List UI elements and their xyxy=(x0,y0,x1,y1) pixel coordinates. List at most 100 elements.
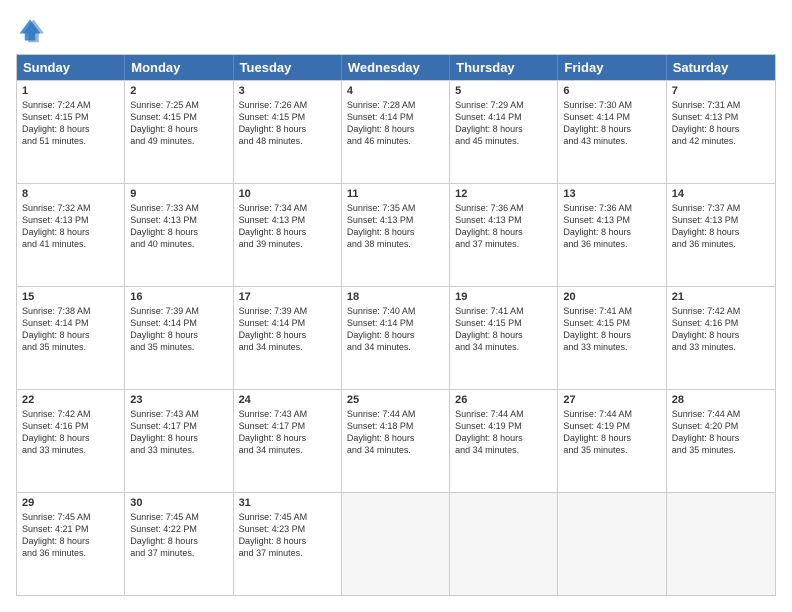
calendar-row-3: 15Sunrise: 7:38 AM Sunset: 4:14 PM Dayli… xyxy=(17,286,775,389)
header-day-sunday: Sunday xyxy=(17,55,125,80)
day-number: 4 xyxy=(347,85,444,97)
day-info: Sunrise: 7:40 AM Sunset: 4:14 PM Dayligh… xyxy=(347,305,444,354)
day-cell-15: 15Sunrise: 7:38 AM Sunset: 4:14 PM Dayli… xyxy=(17,287,125,389)
day-info: Sunrise: 7:33 AM Sunset: 4:13 PM Dayligh… xyxy=(130,202,227,251)
day-number: 26 xyxy=(455,394,552,406)
empty-cell xyxy=(558,493,666,595)
calendar-row-1: 1Sunrise: 7:24 AM Sunset: 4:15 PM Daylig… xyxy=(17,80,775,183)
day-number: 22 xyxy=(22,394,119,406)
day-cell-23: 23 Sunrise: 7:43 AM Sunset: 4:17 PM Dayli… xyxy=(125,390,233,492)
day-info: Sunrise: 7:44 AM Sunset: 4:19 PM Dayligh… xyxy=(563,408,660,457)
day-info: Sunrise: 7:45 AM Sunset: 4:23 PM Dayligh… xyxy=(239,511,336,560)
calendar: SundayMondayTuesdayWednesdayThursdayFrid… xyxy=(16,54,776,596)
day-cell-27: 27 Sunrise: 7:44 AM Sunset: 4:19 PM Dayli… xyxy=(558,390,666,492)
day-cell-16: 16 Sunrise: 7:39 AM Sunset: 4:14 PM Dayli… xyxy=(125,287,233,389)
day-number: 8 xyxy=(22,188,119,200)
day-cell-14: 14 Sunrise: 7:37 AM Sunset: 4:13 PM Dayli… xyxy=(667,184,775,286)
empty-cell xyxy=(342,493,450,595)
day-info: Sunrise: 7:28 AM Sunset: 4:14 PM Dayligh… xyxy=(347,99,444,148)
day-cell-18: 18 Sunrise: 7:40 AM Sunset: 4:14 PM Dayli… xyxy=(342,287,450,389)
day-number: 24 xyxy=(239,394,336,406)
day-info: Sunrise: 7:43 AM Sunset: 4:17 PM Dayligh… xyxy=(130,408,227,457)
day-number: 28 xyxy=(672,394,770,406)
day-info: Sunrise: 7:44 AM Sunset: 4:19 PM Dayligh… xyxy=(455,408,552,457)
day-info: Sunrise: 7:36 AM Sunset: 4:13 PM Dayligh… xyxy=(563,202,660,251)
day-number: 5 xyxy=(455,85,552,97)
day-number: 2 xyxy=(130,85,227,97)
day-number: 23 xyxy=(130,394,227,406)
calendar-row-2: 8 Sunrise: 7:32 AM Sunset: 4:13 PM Daylig… xyxy=(17,183,775,286)
day-number: 14 xyxy=(672,188,770,200)
day-info: Sunrise: 7:25 AM Sunset: 4:15 PM Dayligh… xyxy=(130,99,227,148)
header-day-friday: Friday xyxy=(558,55,666,80)
day-info: Sunrise: 7:26 AM Sunset: 4:15 PM Dayligh… xyxy=(239,99,336,148)
day-number: 18 xyxy=(347,291,444,303)
day-number: 20 xyxy=(563,291,660,303)
day-info: Sunrise: 7:42 AM Sunset: 4:16 PM Dayligh… xyxy=(22,408,119,457)
day-number: 10 xyxy=(239,188,336,200)
logo xyxy=(16,16,48,44)
header-day-saturday: Saturday xyxy=(667,55,775,80)
day-cell-3: 3 Sunrise: 7:26 AM Sunset: 4:15 PM Daylig… xyxy=(234,81,342,183)
day-cell-24: 24 Sunrise: 7:43 AM Sunset: 4:17 PM Dayli… xyxy=(234,390,342,492)
day-cell-2: 2 Sunrise: 7:25 AM Sunset: 4:15 PM Daylig… xyxy=(125,81,233,183)
day-cell-5: 5Sunrise: 7:29 AM Sunset: 4:14 PM Daylig… xyxy=(450,81,558,183)
day-info: Sunrise: 7:45 AM Sunset: 4:22 PM Dayligh… xyxy=(130,511,227,560)
day-number: 9 xyxy=(130,188,227,200)
day-number: 27 xyxy=(563,394,660,406)
day-number: 30 xyxy=(130,497,227,509)
day-number: 6 xyxy=(563,85,660,97)
header-day-thursday: Thursday xyxy=(450,55,558,80)
day-cell-29: 29 Sunrise: 7:45 AM Sunset: 4:21 PM Dayli… xyxy=(17,493,125,595)
day-number: 31 xyxy=(239,497,336,509)
day-info: Sunrise: 7:24 AM Sunset: 4:15 PM Dayligh… xyxy=(22,99,119,148)
day-info: Sunrise: 7:45 AM Sunset: 4:21 PM Dayligh… xyxy=(22,511,119,560)
day-cell-6: 6 Sunrise: 7:30 AM Sunset: 4:14 PM Daylig… xyxy=(558,81,666,183)
header-day-tuesday: Tuesday xyxy=(234,55,342,80)
day-info: Sunrise: 7:39 AM Sunset: 4:14 PM Dayligh… xyxy=(239,305,336,354)
day-cell-9: 9 Sunrise: 7:33 AM Sunset: 4:13 PM Daylig… xyxy=(125,184,233,286)
day-number: 3 xyxy=(239,85,336,97)
day-cell-28: 28 Sunrise: 7:44 AM Sunset: 4:20 PM Dayli… xyxy=(667,390,775,492)
day-cell-8: 8 Sunrise: 7:32 AM Sunset: 4:13 PM Daylig… xyxy=(17,184,125,286)
day-cell-22: 22 Sunrise: 7:42 AM Sunset: 4:16 PM Dayli… xyxy=(17,390,125,492)
day-info: Sunrise: 7:35 AM Sunset: 4:13 PM Dayligh… xyxy=(347,202,444,251)
day-number: 21 xyxy=(672,291,770,303)
day-cell-21: 21Sunrise: 7:42 AM Sunset: 4:16 PM Dayli… xyxy=(667,287,775,389)
day-info: Sunrise: 7:34 AM Sunset: 4:13 PM Dayligh… xyxy=(239,202,336,251)
day-cell-26: 26 Sunrise: 7:44 AM Sunset: 4:19 PM Dayli… xyxy=(450,390,558,492)
day-cell-17: 17 Sunrise: 7:39 AM Sunset: 4:14 PM Dayli… xyxy=(234,287,342,389)
day-cell-4: 4 Sunrise: 7:28 AM Sunset: 4:14 PM Daylig… xyxy=(342,81,450,183)
day-cell-30: 30 Sunrise: 7:45 AM Sunset: 4:22 PM Dayli… xyxy=(125,493,233,595)
calendar-row-5: 29 Sunrise: 7:45 AM Sunset: 4:21 PM Dayli… xyxy=(17,492,775,595)
day-cell-10: 10 Sunrise: 7:34 AM Sunset: 4:13 PM Dayli… xyxy=(234,184,342,286)
day-info: Sunrise: 7:44 AM Sunset: 4:18 PM Dayligh… xyxy=(347,408,444,457)
day-info: Sunrise: 7:32 AM Sunset: 4:13 PM Dayligh… xyxy=(22,202,119,251)
day-cell-11: 11Sunrise: 7:35 AM Sunset: 4:13 PM Dayli… xyxy=(342,184,450,286)
day-number: 29 xyxy=(22,497,119,509)
day-info: Sunrise: 7:43 AM Sunset: 4:17 PM Dayligh… xyxy=(239,408,336,457)
day-number: 19 xyxy=(455,291,552,303)
day-cell-20: 20Sunrise: 7:41 AM Sunset: 4:15 PM Dayli… xyxy=(558,287,666,389)
day-cell-19: 19 Sunrise: 7:41 AM Sunset: 4:15 PM Dayli… xyxy=(450,287,558,389)
day-info: Sunrise: 7:39 AM Sunset: 4:14 PM Dayligh… xyxy=(130,305,227,354)
day-number: 13 xyxy=(563,188,660,200)
day-number: 12 xyxy=(455,188,552,200)
day-number: 16 xyxy=(130,291,227,303)
header-day-wednesday: Wednesday xyxy=(342,55,450,80)
day-number: 7 xyxy=(672,85,770,97)
day-cell-12: 12 Sunrise: 7:36 AM Sunset: 4:13 PM Dayli… xyxy=(450,184,558,286)
day-cell-25: 25Sunrise: 7:44 AM Sunset: 4:18 PM Dayli… xyxy=(342,390,450,492)
day-info: Sunrise: 7:31 AM Sunset: 4:13 PM Dayligh… xyxy=(672,99,770,148)
day-info: Sunrise: 7:30 AM Sunset: 4:14 PM Dayligh… xyxy=(563,99,660,148)
header-day-monday: Monday xyxy=(125,55,233,80)
day-info: Sunrise: 7:41 AM Sunset: 4:15 PM Dayligh… xyxy=(455,305,552,354)
day-info: Sunrise: 7:44 AM Sunset: 4:20 PM Dayligh… xyxy=(672,408,770,457)
day-info: Sunrise: 7:37 AM Sunset: 4:13 PM Dayligh… xyxy=(672,202,770,251)
day-cell-1: 1Sunrise: 7:24 AM Sunset: 4:15 PM Daylig… xyxy=(17,81,125,183)
day-cell-13: 13 Sunrise: 7:36 AM Sunset: 4:13 PM Dayli… xyxy=(558,184,666,286)
calendar-header: SundayMondayTuesdayWednesdayThursdayFrid… xyxy=(17,55,775,80)
day-number: 17 xyxy=(239,291,336,303)
calendar-row-4: 22 Sunrise: 7:42 AM Sunset: 4:16 PM Dayli… xyxy=(17,389,775,492)
day-info: Sunrise: 7:36 AM Sunset: 4:13 PM Dayligh… xyxy=(455,202,552,251)
